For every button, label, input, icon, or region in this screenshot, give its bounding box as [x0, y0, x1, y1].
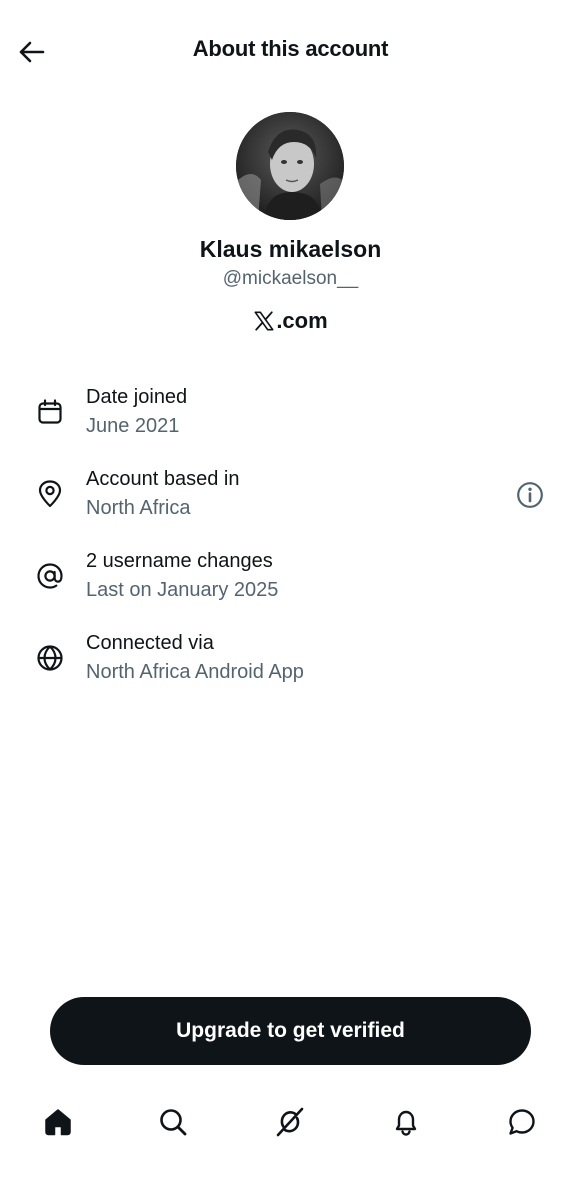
at-sign-icon: [36, 562, 64, 590]
site-domain-row: .com: [0, 308, 581, 334]
connected-via-label: Connected via: [86, 632, 214, 654]
connected-via-value: North Africa Android App: [86, 661, 304, 683]
location-pin-icon: [36, 480, 64, 508]
username-changes-label: 2 username changes: [86, 550, 273, 572]
site-domain: .com: [276, 308, 328, 333]
x-logo-icon: [254, 311, 274, 331]
page-title: About this account: [192, 36, 389, 61]
username-changes-value: Last on January 2025: [86, 579, 279, 601]
header-bar: About this account: [0, 0, 581, 104]
account-location-row: Account based in North Africa: [0, 464, 581, 546]
grok-icon: [276, 1107, 304, 1137]
nav-grok[interactable]: [272, 1104, 308, 1140]
date-joined-label: Date joined: [86, 386, 188, 408]
profile-display-name: Klaus mikaelson: [199, 236, 382, 262]
account-details-list: Date joined June 2021 Account based in N…: [0, 382, 581, 710]
username-changes-row: 2 username changes Last on January 2025: [0, 546, 581, 628]
globe-icon: [36, 644, 64, 672]
location-info-button[interactable]: [515, 480, 545, 510]
nav-notifications[interactable]: [388, 1104, 424, 1140]
info-icon: [517, 482, 543, 508]
nav-search[interactable]: [155, 1104, 191, 1140]
connected-via-row: Connected via North Africa Android App: [0, 628, 581, 710]
date-joined-value: June 2021: [86, 415, 180, 437]
avatar[interactable]: [236, 112, 344, 220]
date-joined-row: Date joined June 2021: [0, 382, 581, 464]
profile-handle: @mickaelson__: [222, 268, 359, 289]
upgrade-verified-button[interactable]: Upgrade to get verified: [50, 997, 531, 1065]
search-icon: [160, 1109, 187, 1136]
nav-messages[interactable]: [504, 1104, 540, 1140]
home-icon: [45, 1109, 71, 1136]
messages-icon: [509, 1109, 535, 1135]
bell-icon: [395, 1110, 417, 1136]
calendar-icon: [36, 398, 64, 426]
bottom-nav-bar: [0, 1090, 581, 1154]
account-location-value: North Africa: [86, 497, 191, 519]
account-location-label: Account based in: [86, 468, 240, 490]
nav-home[interactable]: [40, 1104, 76, 1140]
